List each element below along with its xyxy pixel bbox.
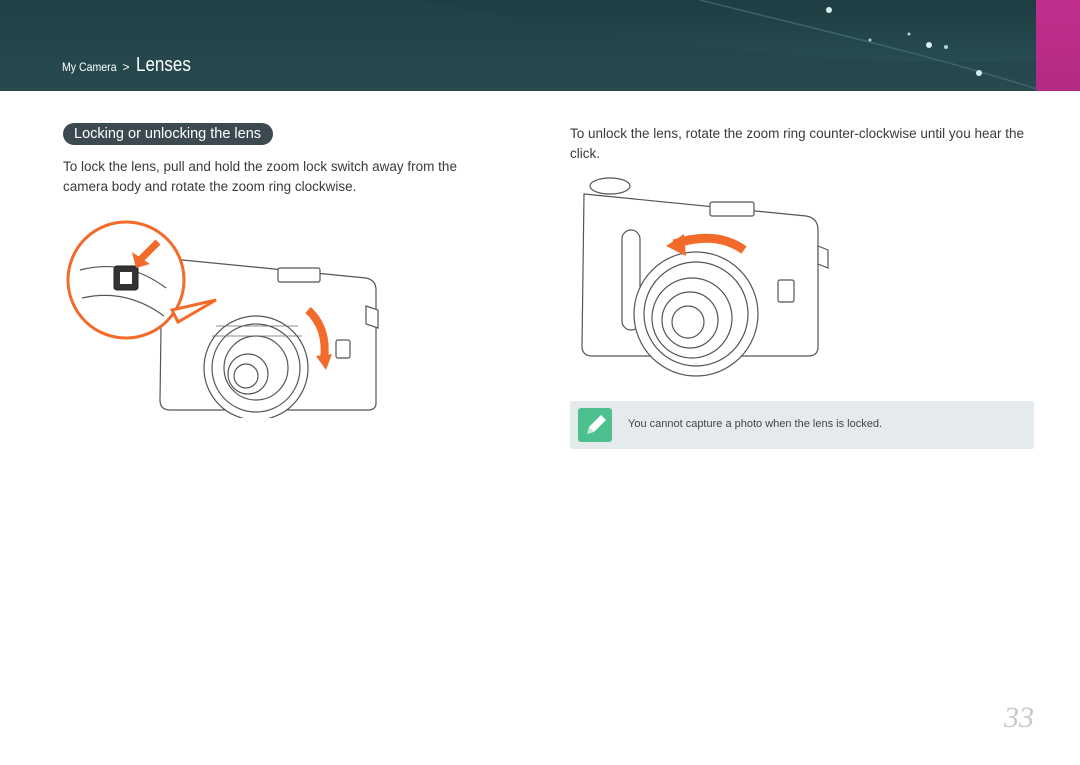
breadcrumb: My Camera > Lenses [62, 54, 200, 77]
breadcrumb-parent: My Camera [62, 60, 117, 74]
note-text: You cannot capture a photo when the lens… [628, 418, 882, 430]
camera-lock-illustration [66, 220, 379, 418]
breadcrumb-current: Lenses [135, 54, 191, 76]
page-header: My Camera > Lenses [0, 0, 1080, 91]
header-decoration [0, 0, 1040, 91]
page-number: 33 [1004, 701, 1034, 734]
lock-instruction: To lock the lens, pull and hold the zoom… [63, 159, 457, 194]
camera-unlock-illustration [581, 177, 829, 377]
note-box: You cannot capture a photo when the lens… [570, 401, 1034, 449]
breadcrumb-separator: > [122, 60, 130, 74]
header-accent-bar [1036, 0, 1080, 91]
pencil-note-icon [578, 408, 612, 442]
section-title: Locking or unlocking the lens [63, 123, 274, 145]
unlock-instruction: To unlock the lens, rotate the zoom ring… [570, 126, 1024, 161]
